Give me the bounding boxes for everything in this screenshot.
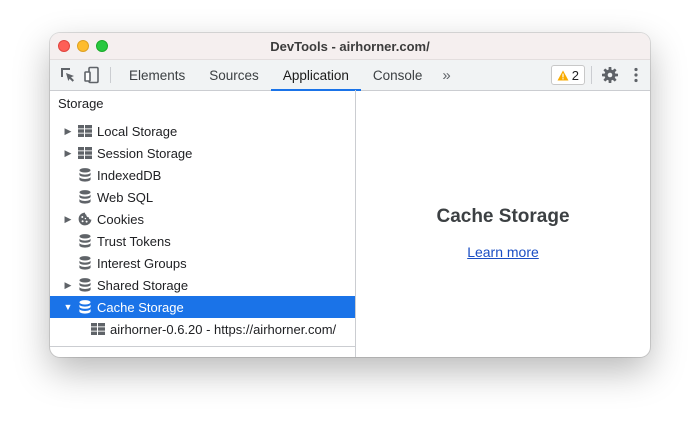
database-icon (77, 167, 93, 183)
sidebar-item-label: Trust Tokens (97, 233, 171, 249)
window-controls (58, 40, 108, 52)
cookie-icon (77, 211, 93, 227)
sidebar-section-header: Storage (58, 96, 104, 111)
close-window-button[interactable] (58, 40, 70, 52)
tab-sources[interactable]: Sources (197, 60, 271, 90)
grid-icon (90, 321, 106, 337)
grid-icon (77, 145, 93, 161)
sidebar-item-label: Session Storage (97, 145, 193, 161)
more-tabs-chevron-icon[interactable]: » (434, 60, 458, 90)
sidebar-item-label: Local Storage (97, 123, 178, 139)
sidebar-item-label: airhorner-0.6.20 - https://airhorner.com… (110, 321, 337, 337)
toolbar-separator (591, 66, 592, 84)
sidebar-item-local-storage[interactable]: ▶ Local Storage (50, 120, 355, 142)
sidebar-item-label: IndexedDB (97, 167, 162, 183)
database-icon (77, 233, 93, 249)
learn-more-link[interactable]: Learn more (356, 244, 650, 260)
sidebar-item-interest-groups[interactable]: ▶ Interest Groups (50, 252, 355, 274)
more-options-kebab-icon[interactable] (628, 60, 644, 90)
window-title: DevTools - airhorner.com/ (270, 38, 430, 54)
expand-arrow-icon[interactable]: ▶ (62, 148, 74, 159)
storage-tree: ▶ Local Storage ▶ Session Storage Indexe… (50, 120, 355, 340)
sidebar-item-cache-storage[interactable]: ▼ Cache Storage (50, 296, 355, 318)
title-bar: DevTools - airhorner.com/ (50, 33, 650, 60)
tab-console[interactable]: Console (361, 60, 435, 90)
device-toolbar-icon[interactable] (80, 60, 104, 90)
warning-icon (557, 70, 569, 80)
grid-icon (77, 123, 93, 139)
sidebar-item-shared-storage[interactable]: ▶ Shared Storage (50, 274, 355, 296)
database-icon (77, 255, 93, 271)
sidebar-item-label: Interest Groups (97, 255, 187, 271)
sidebar-item-label: Shared Storage (97, 277, 189, 293)
settings-gear-icon[interactable] (598, 60, 622, 90)
sidebar-item-trust-tokens[interactable]: ▶ Trust Tokens (50, 230, 355, 252)
collapse-arrow-icon[interactable]: ▼ (62, 302, 74, 312)
sidebar-item-label: Cookies (97, 211, 144, 227)
sidebar-item-label: Cache Storage (97, 299, 184, 315)
database-icon (77, 189, 93, 205)
application-sidebar: Storage ▶ Local Storage ▶ Session Storag… (50, 90, 356, 357)
sidebar-item-cookies[interactable]: ▶ Cookies (50, 208, 355, 230)
maximize-window-button[interactable] (96, 40, 108, 52)
devtools-window: DevTools - airhorner.com/ Elements Sourc… (50, 33, 650, 357)
panel-title: Cache Storage (436, 206, 570, 227)
expand-arrow-icon[interactable]: ▶ (62, 126, 74, 137)
sidebar-item-indexeddb[interactable]: ▶ IndexedDB (50, 164, 355, 186)
sidebar-divider (50, 346, 355, 347)
toolbar-separator (110, 67, 111, 83)
tab-elements[interactable]: Elements (117, 60, 197, 90)
devtools-toolbar: Elements Sources Application Console » 2 (50, 60, 650, 91)
main-panel: Cache Storage Learn more (356, 90, 650, 357)
expand-arrow-icon[interactable]: ▶ (62, 214, 74, 225)
expand-arrow-icon[interactable]: ▶ (62, 280, 74, 291)
tab-application[interactable]: Application (270, 60, 361, 91)
sidebar-item-session-storage[interactable]: ▶ Session Storage (50, 142, 355, 164)
warnings-badge[interactable]: 2 (550, 65, 585, 85)
inspect-element-icon[interactable] (56, 60, 80, 90)
sidebar-item-web-sql[interactable]: ▶ Web SQL (50, 186, 355, 208)
warnings-count: 2 (571, 67, 579, 83)
sidebar-item-label: Web SQL (97, 189, 154, 205)
database-icon (77, 277, 93, 293)
database-icon (77, 299, 93, 315)
minimize-window-button[interactable] (77, 40, 89, 52)
sidebar-item-cache-entry[interactable]: airhorner-0.6.20 - https://airhorner.com… (50, 318, 355, 340)
